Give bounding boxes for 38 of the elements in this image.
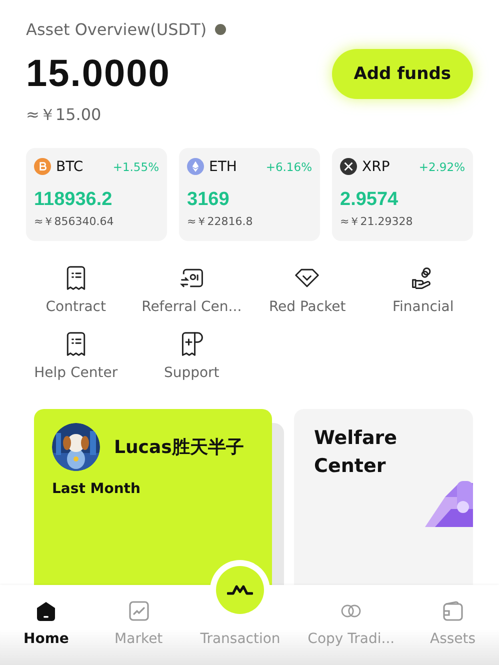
coin-symbol: ETH — [209, 158, 238, 174]
shortcut-label[interactable]: Referral Cen... — [142, 299, 242, 315]
shortcut-label[interactable]: Support — [164, 365, 220, 381]
fiat-price: ≈￥856340.64 — [34, 214, 115, 229]
price-change: +1.55% — [112, 160, 159, 174]
fiat-price: ≈￥21.29328 — [340, 214, 414, 229]
add-funds-button[interactable]: Add funds — [332, 49, 473, 99]
coin-price: 2.9574 — [340, 189, 400, 211]
coin-card[interactable]: ETH +6.16% 3169 ≈￥22816.8 — [179, 148, 320, 241]
ethereum-icon — [187, 158, 204, 175]
welfare-card[interactable]: Welfare Center — [294, 409, 473, 585]
shortcut-label[interactable]: Red Packet — [268, 299, 346, 315]
shortcut-label[interactable]: Help Center — [34, 365, 118, 381]
shortcut-label[interactable]: Financial — [392, 299, 454, 315]
coin-price: 118936.2 — [34, 189, 114, 211]
nav-tab[interactable]: Home — [0, 585, 92, 665]
coin-card[interactable]: BTC +1.55% 118936.2 ≈￥856340.64 — [26, 148, 167, 241]
coin-symbol: XRP — [362, 158, 391, 174]
trade-icon — [227, 584, 254, 596]
price-change: +2.92% — [418, 160, 465, 174]
user-name: Lucas胜天半子 — [114, 436, 244, 459]
fiat-value: ≈￥15.00 — [26, 105, 102, 126]
section-title: Asset Overview(USDT) — [26, 20, 207, 39]
shortcut-label[interactable]: Contract — [46, 299, 106, 315]
wallet-icon — [440, 599, 465, 623]
coin-symbol: BTC — [56, 158, 84, 174]
profile-card[interactable]: Lucas胜天半子 Last Month — [34, 409, 272, 585]
period-label: Last Month — [52, 481, 142, 497]
balance-amount: 15.0000 — [26, 52, 170, 96]
trade-button[interactable] — [216, 566, 264, 614]
coin-price: 3169 — [187, 189, 230, 211]
xrp-icon — [340, 158, 357, 175]
fiat-price: ≈￥22816.8 — [187, 214, 254, 229]
welfare-title: Welfare Center — [314, 426, 398, 479]
price-change: +6.16% — [266, 160, 312, 174]
bitcoin-icon — [34, 158, 51, 175]
coin-card[interactable]: XRP +2.92% 2.9574 ≈￥21.29328 — [332, 148, 473, 241]
chart-icon — [126, 599, 151, 623]
